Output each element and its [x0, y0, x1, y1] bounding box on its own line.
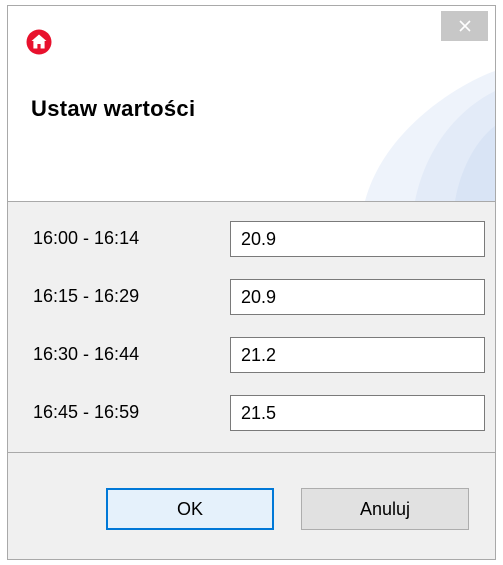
time-row: 16:00 - 16:14 — [8, 221, 495, 257]
dialog-window: Ustaw wartości 16:00 - 16:14 16:15 - 16:… — [7, 5, 496, 560]
ok-button[interactable]: OK — [106, 488, 274, 530]
value-input[interactable] — [230, 337, 485, 373]
value-input[interactable] — [230, 395, 485, 431]
close-button[interactable] — [441, 11, 488, 41]
close-icon — [458, 20, 471, 32]
time-row: 16:30 - 16:44 — [8, 337, 495, 373]
time-range-label: 16:15 - 16:29 — [33, 286, 140, 306]
time-range-label: 16:30 - 16:44 — [33, 344, 140, 364]
time-range-label: 16:00 - 16:14 — [33, 228, 140, 248]
dialog-header: Ustaw wartości — [8, 71, 495, 202]
home-icon — [26, 29, 52, 55]
value-input[interactable] — [230, 221, 485, 257]
value-input[interactable] — [230, 279, 485, 315]
page-title: Ustaw wartości — [31, 96, 196, 121]
cancel-button[interactable]: Anuluj — [301, 488, 469, 530]
title-bar — [8, 6, 495, 71]
time-row: 16:45 - 16:59 — [8, 395, 495, 431]
header-decoration — [365, 71, 495, 201]
time-row: 16:15 - 16:29 — [8, 279, 495, 315]
time-range-label: 16:45 - 16:59 — [33, 402, 140, 422]
divider — [8, 452, 495, 453]
